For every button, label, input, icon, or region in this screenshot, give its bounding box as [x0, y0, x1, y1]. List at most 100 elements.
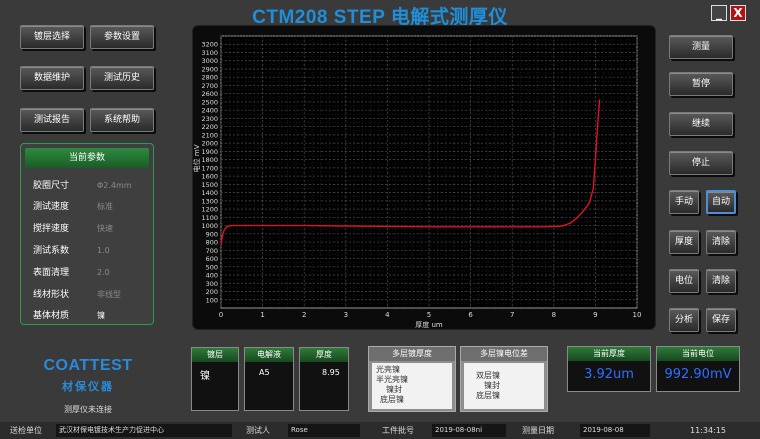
- x-tick-label: 2: [302, 311, 306, 319]
- continue-button[interactable]: 继续: [669, 112, 733, 136]
- x-tick-label: 1: [260, 311, 264, 319]
- y-tick-label: 200: [206, 288, 218, 296]
- param-value: 标准: [97, 202, 113, 211]
- thickness-button[interactable]: 厚度: [669, 230, 699, 254]
- y-axis-label: 电位 mV: [193, 144, 201, 172]
- electrolyte-value: A5: [259, 368, 270, 377]
- list-item: 镍封: [484, 381, 500, 390]
- current-params-panel: 当前参数 胶圈尺寸 Φ2.4mm 测试速度 标准 搅拌速度 快速 测试系数 1.…: [20, 143, 154, 325]
- param-label: 测试系数: [33, 246, 70, 256]
- batch-value: 2019-08-08ni: [432, 424, 506, 437]
- potential-button[interactable]: 电位: [669, 269, 699, 293]
- multilayer-thickness-list: 光亮镍 半光亮镍 镍封 底层镍: [372, 363, 452, 409]
- param-settings-button[interactable]: 参数设置: [90, 25, 154, 49]
- chart-frame: 0 1 2 3 4 5 6 7 8 9 10 100 200 300 400 500 600 700 800 900 1…: [192, 25, 656, 330]
- stop-button[interactable]: 停止: [669, 151, 733, 175]
- list-item: 底层镍: [380, 395, 404, 404]
- brand-subtitle: 材保仪器: [62, 380, 114, 393]
- brand-logo: COATTEST: [43, 357, 133, 374]
- param-value: 快速: [97, 224, 113, 233]
- multilayer-potential-box: 多层镍电位差 双层镍 镍封 底层镍: [460, 346, 548, 412]
- list-item: 镍封: [386, 385, 402, 394]
- x-tick-label: 6: [468, 311, 473, 319]
- analyze-button[interactable]: 分析: [669, 308, 699, 332]
- y-tick-label: 1500: [201, 181, 218, 189]
- x-tick-label: 5: [427, 311, 431, 319]
- date-label: 测量日期: [522, 426, 554, 435]
- y-tick-label: 2100: [201, 131, 218, 139]
- y-tick-label: 1700: [201, 164, 218, 172]
- y-tick-label: 600: [206, 255, 218, 263]
- list-item: 双层镍: [476, 371, 500, 380]
- y-tick-label: 2500: [201, 98, 218, 106]
- x-tick-label: 8: [552, 311, 556, 319]
- system-help-button[interactable]: 系统帮助: [90, 108, 154, 132]
- save-button[interactable]: 保存: [706, 308, 736, 332]
- x-tick-label: 10: [633, 311, 642, 319]
- inspection-unit-value: 武汉材保电镀技术生产力促进中心: [56, 424, 232, 437]
- current-potential-header: 当前电位: [657, 347, 739, 361]
- y-tick-label: 2300: [201, 115, 218, 123]
- tester-label: 测试人: [246, 426, 270, 435]
- y-tick-label: 2200: [201, 123, 218, 131]
- list-item: 光亮镍: [376, 365, 400, 374]
- clock: 11:34:15: [690, 426, 726, 435]
- close-button[interactable]: X: [730, 5, 746, 21]
- test-history-button[interactable]: 测试历史: [90, 66, 154, 90]
- y-tick-label: 1400: [201, 189, 218, 197]
- param-row: 线材形状 非线型: [31, 286, 149, 304]
- y-tick-label: 1800: [201, 156, 218, 164]
- tester-value: Rose: [288, 424, 360, 437]
- x-tick-label: 4: [385, 311, 390, 319]
- multilayer-potential-list: 双层镍 镍封 底层镍: [464, 363, 544, 409]
- current-thickness-value: 3.92um: [584, 367, 634, 382]
- y-tick-label: 400: [206, 272, 218, 280]
- y-tick-label: 2700: [201, 82, 218, 90]
- param-label: 线材形状: [33, 290, 70, 300]
- param-row: 搅拌速度 快速: [31, 220, 149, 238]
- param-label: 搅拌速度: [33, 224, 70, 234]
- y-tick-label: 2400: [201, 107, 218, 115]
- param-label: 表面清理: [33, 268, 70, 278]
- multilayer-potential-header: 多层镍电位差: [461, 347, 547, 361]
- x-tick-label: 7: [510, 311, 514, 319]
- clear-thickness-button[interactable]: 清除: [706, 230, 736, 254]
- measure-button[interactable]: 测量: [669, 35, 733, 59]
- electrolyte-box: 电解液 A5: [244, 347, 294, 411]
- y-tick-label: 1000: [201, 222, 218, 230]
- y-tick-label: 1600: [201, 173, 218, 181]
- pause-button[interactable]: 暂停: [669, 72, 733, 96]
- connection-status: 测厚仪未连接: [64, 405, 112, 414]
- y-tick-label: 2900: [201, 65, 218, 73]
- electrolyte-header: 电解液: [245, 348, 293, 362]
- manual-button[interactable]: 手动: [669, 190, 699, 214]
- current-params-title: 当前参数: [25, 148, 149, 168]
- minimize-button[interactable]: _: [711, 5, 727, 21]
- coating-box: 镀层 镍: [191, 347, 239, 411]
- y-tick-label: 1200: [201, 206, 218, 214]
- param-label: 胶圈尺寸: [33, 181, 70, 191]
- param-value: Φ2.4mm: [97, 181, 132, 190]
- y-tick-label: 2800: [201, 74, 218, 82]
- thickness-list-value: 8.95: [322, 368, 340, 377]
- auto-button[interactable]: 自动: [706, 190, 736, 214]
- y-tick-label: 1100: [201, 214, 218, 222]
- y-tick-label: 1300: [201, 197, 218, 205]
- clear-potential-button[interactable]: 清除: [706, 269, 736, 293]
- test-report-button[interactable]: 测试报告: [20, 108, 84, 132]
- x-tick-label: 9: [593, 311, 597, 319]
- list-item: 半光亮镍: [376, 375, 408, 384]
- coating-header: 镀层: [192, 348, 238, 362]
- y-tick-label: 1900: [201, 148, 218, 156]
- current-potential-box: 当前电位 992.90mV: [656, 346, 740, 392]
- param-value: 非线型: [97, 290, 121, 299]
- param-label: 测试速度: [33, 202, 70, 212]
- inspection-unit-label: 送检单位: [10, 426, 42, 435]
- date-value: 2019-08-08: [580, 424, 650, 437]
- data-maintenance-button[interactable]: 数据维护: [20, 66, 84, 90]
- y-tick-label: 700: [206, 247, 218, 255]
- y-tick-label: 300: [206, 280, 218, 288]
- batch-label: 工件批号: [382, 426, 414, 435]
- coating-select-button[interactable]: 镀层选择: [20, 25, 84, 49]
- param-value: 镍: [97, 311, 105, 320]
